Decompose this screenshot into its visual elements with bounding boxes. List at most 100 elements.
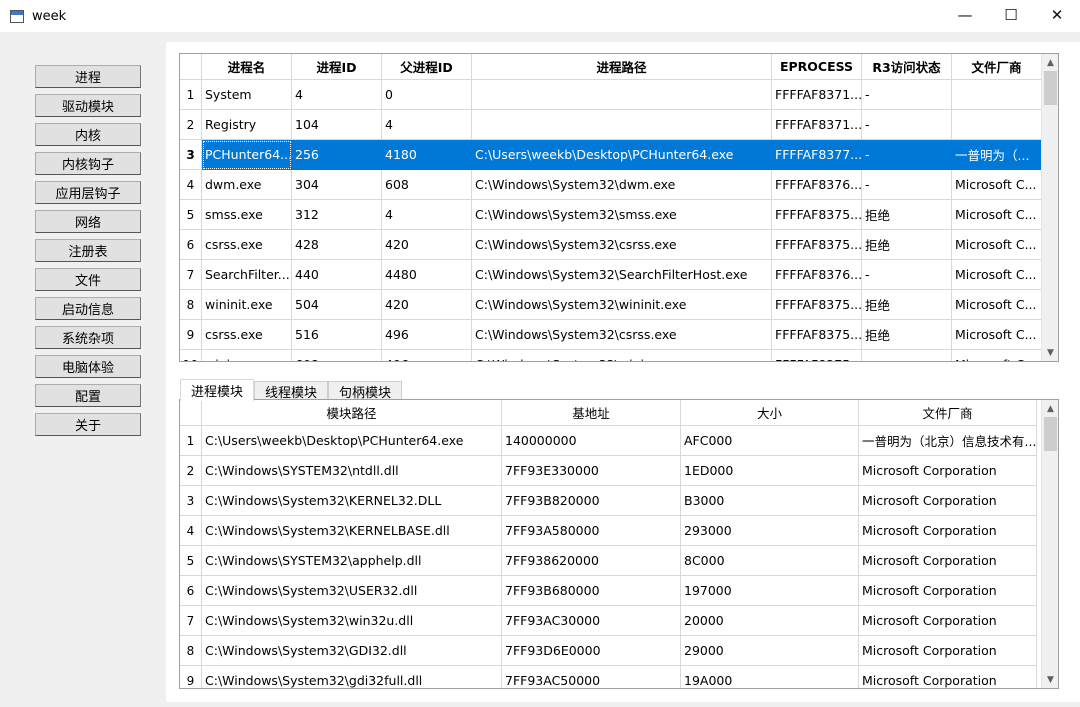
table-cell: 拒绝 — [862, 230, 952, 260]
table-cell: FFFFAF8376.... — [772, 260, 862, 290]
process-table-scrollbar[interactable]: ▲ ▼ — [1041, 54, 1058, 361]
table-cell: 1ED000 — [681, 456, 859, 486]
title-bar: week — ☐ ✕ — [0, 0, 1080, 32]
table-cell: C:\Windows\System32\KERNELBASE.dll — [202, 516, 502, 546]
table-row[interactable]: 9 csrss.exe 516 496 C:\Windows\System32\csrs… — [180, 320, 1042, 350]
close-button[interactable]: ✕ — [1034, 0, 1080, 30]
scroll-down-arrow-icon[interactable]: ▼ — [1042, 671, 1058, 688]
table-cell: Microsoft Corporation — [859, 546, 1037, 576]
table-cell: 7FF93E330000 — [502, 456, 681, 486]
table-cell: 4480 — [382, 260, 472, 290]
table-cell: - — [862, 110, 952, 140]
table-cell: 4 — [382, 200, 472, 230]
table-row[interactable]: 1 System 4 0 FFFFAF8371... - — [180, 80, 1042, 110]
table-cell: - — [862, 260, 952, 290]
table-row[interactable]: 10wini...608496C:\Windows\System32\wini.… — [180, 350, 1042, 361]
tab-threads[interactable]: 线程模块 — [254, 381, 329, 401]
table-row[interactable]: 3 PCHunter64.... 256 4180 C:\Users\weekb\Des… — [180, 140, 1042, 170]
table-row[interactable]: 4 C:\Windows\System32\KERNELBASE.dll 7FF93… — [180, 516, 1037, 546]
row-number: 2 — [180, 110, 202, 140]
table-row[interactable]: 7 SearchFilter... 440 4480 C:\Windows\System… — [180, 260, 1042, 290]
table-row[interactable]: 2 Registry 104 4 FFFFAF8371... - — [180, 110, 1042, 140]
tab-handles[interactable]: 句柄模块 — [328, 381, 403, 401]
table-cell: FFFFAF8375.... — [772, 320, 862, 350]
table-row[interactable]: 6 C:\Windows\System32\USER32.dll 7FF93B680… — [180, 576, 1037, 606]
table-row[interactable]: 8 C:\Windows\System32\GDI32.dll 7FF93D6E00… — [180, 636, 1037, 666]
table-cell: 7FF93AC50000 — [502, 666, 681, 688]
table-row[interactable]: 1 C:\Users\weekb\Desktop\PCHunter64.exe 14… — [180, 426, 1037, 456]
table-cell: PCHunter64.... — [202, 140, 292, 170]
table-cell: Microsoft Corporation — [859, 486, 1037, 516]
scroll-thumb[interactable] — [1044, 417, 1057, 451]
module-table[interactable]: 模块路径 基地址 大小 文件厂商 1 C:\Users\weekb\Desktop\PCH… — [179, 399, 1059, 689]
nav-button[interactable]: 启动信息 — [35, 297, 141, 320]
nav-button[interactable]: 关于 — [35, 413, 141, 436]
tab-process-modules[interactable]: 进程模块 — [180, 379, 255, 401]
table-cell: C:\Windows\System32\csrss.exe — [472, 230, 772, 260]
table-row[interactable]: 9 C:\Windows\System32\gdi32full.dll 7FF93A… — [180, 666, 1037, 688]
row-number: 7 — [180, 606, 202, 636]
table-cell: C:\Windows\System32\wini... — [472, 350, 772, 361]
table-row[interactable]: 8 wininit.exe 504 420 C:\Windows\System32\wi… — [180, 290, 1042, 320]
column-header[interactable]: 父进程ID — [382, 54, 472, 80]
table-cell: Microsoft Corporation — [859, 666, 1037, 688]
nav-button[interactable]: 注册表 — [35, 239, 141, 262]
column-header[interactable]: 进程ID — [292, 54, 382, 80]
scroll-down-arrow-icon[interactable]: ▼ — [1042, 344, 1058, 361]
table-cell: 516 — [292, 320, 382, 350]
nav-button[interactable]: 系统杂项 — [35, 326, 141, 349]
table-row[interactable]: 5 smss.exe 312 4 C:\Windows\System32\smss.ex… — [180, 200, 1042, 230]
row-number: 3 — [180, 486, 202, 516]
table-row[interactable]: 4 dwm.exe 304 608 C:\Windows\System32\dwm.ex… — [180, 170, 1042, 200]
nav-button[interactable]: 应用层钩子 — [35, 181, 141, 204]
module-table-scrollbar[interactable]: ▲ ▼ — [1041, 400, 1058, 688]
table-cell: C:\Windows\System32\win32u.dll — [202, 606, 502, 636]
table-cell: C:\Windows\System32\GDI32.dll — [202, 636, 502, 666]
column-header[interactable]: 基地址 — [502, 400, 681, 426]
table-cell: 104 — [292, 110, 382, 140]
table-cell: csrss.exe — [202, 320, 292, 350]
table-row[interactable]: 6 csrss.exe 428 420 C:\Windows\System32\csrs… — [180, 230, 1042, 260]
nav-button[interactable]: 网络 — [35, 210, 141, 233]
nav-button[interactable]: 配置 — [35, 384, 141, 407]
scroll-up-arrow-icon[interactable]: ▲ — [1042, 54, 1058, 71]
table-cell: System — [202, 80, 292, 110]
column-header[interactable]: R3访问状态 — [862, 54, 952, 80]
row-number: 2 — [180, 456, 202, 486]
table-cell: C:\Windows\System32\SearchFilterHost.exe — [472, 260, 772, 290]
table-row[interactable]: 3 C:\Windows\System32\KERNEL32.DLL 7FF93B8… — [180, 486, 1037, 516]
scroll-up-arrow-icon[interactable]: ▲ — [1042, 400, 1058, 417]
table-row[interactable]: 7 C:\Windows\System32\win32u.dll 7FF93AC30… — [180, 606, 1037, 636]
column-header[interactable]: 进程名 — [202, 54, 292, 80]
nav-button[interactable]: 文件 — [35, 268, 141, 291]
table-row[interactable]: 2 C:\Windows\SYSTEM32\ntdll.dll 7FF93E3300… — [180, 456, 1037, 486]
table-cell: 7FF93A580000 — [502, 516, 681, 546]
header-corner — [180, 400, 202, 426]
nav-button[interactable]: 电脑体验 — [35, 355, 141, 378]
table-cell: 19A000 — [681, 666, 859, 688]
column-header[interactable]: 文件厂商 — [859, 400, 1037, 426]
table-cell: 140000000 — [502, 426, 681, 456]
table-cell: Microsoft Corporation — [859, 636, 1037, 666]
column-header[interactable]: 大小 — [681, 400, 859, 426]
table-cell: 0 — [382, 80, 472, 110]
maximize-button[interactable]: ☐ — [988, 0, 1034, 30]
table-cell — [952, 80, 1042, 110]
table-row[interactable]: 5 C:\Windows\SYSTEM32\apphelp.dll 7FF93862… — [180, 546, 1037, 576]
column-header[interactable]: 文件厂商 — [952, 54, 1042, 80]
row-number: 4 — [180, 516, 202, 546]
row-number: 5 — [180, 546, 202, 576]
nav-button[interactable]: 进程 — [35, 65, 141, 88]
nav-button[interactable]: 驱动模块 — [35, 94, 141, 117]
column-header[interactable]: 模块路径 — [202, 400, 502, 426]
table-cell: smss.exe — [202, 200, 292, 230]
table-cell: Microsoft Corporation — [859, 606, 1037, 636]
column-header[interactable]: 进程路径 — [472, 54, 772, 80]
column-header[interactable]: EPROCESS — [772, 54, 862, 80]
nav-button[interactable]: 内核钩子 — [35, 152, 141, 175]
minimize-button[interactable]: — — [942, 0, 988, 30]
table-cell: - — [862, 140, 952, 170]
scroll-thumb[interactable] — [1044, 71, 1057, 105]
nav-button[interactable]: 内核 — [35, 123, 141, 146]
process-table[interactable]: 进程名 进程ID 父进程ID 进程路径 EPROCESS R3访问状态 文件厂商 1 Syste… — [179, 53, 1059, 362]
